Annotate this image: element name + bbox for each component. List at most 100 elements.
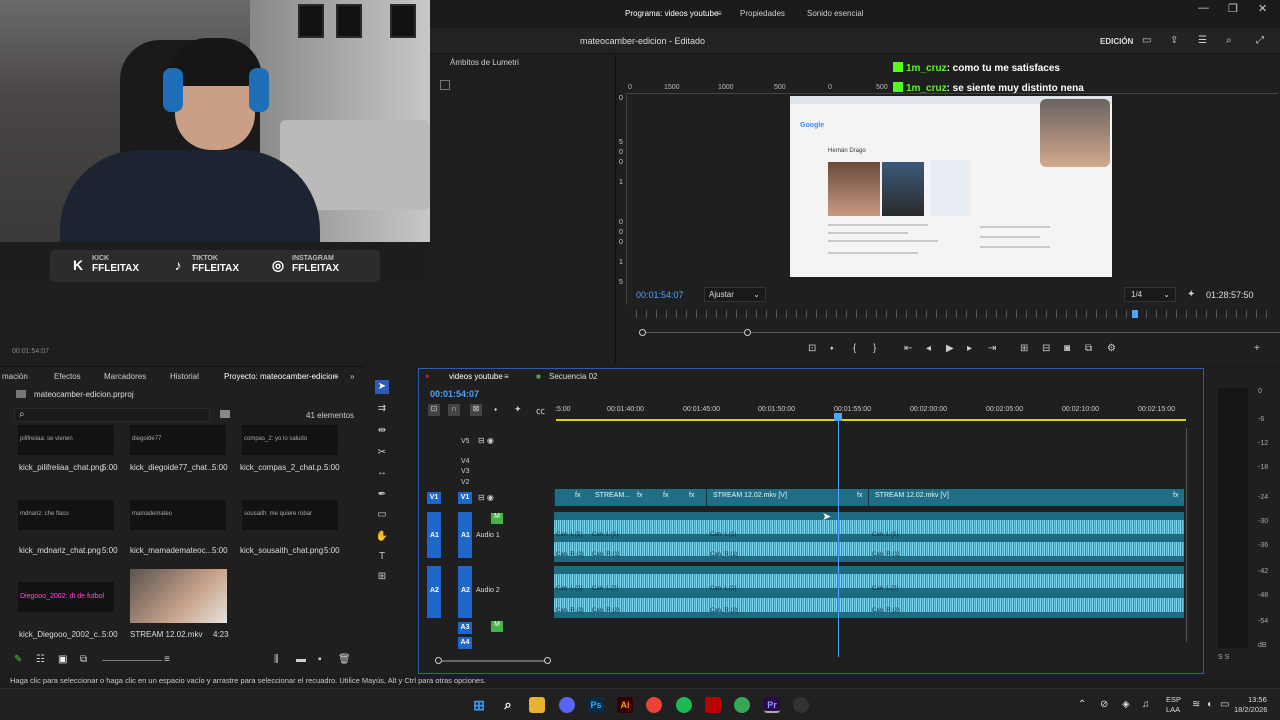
- scope-icon[interactable]: [440, 80, 450, 90]
- tab-history[interactable]: Historial: [170, 372, 199, 381]
- item-name[interactable]: kick_pilifreiiaa_chat.png: [19, 463, 104, 472]
- go-to-in-icon[interactable]: ⇤: [904, 343, 912, 354]
- go-to-out-icon[interactable]: ⇥: [988, 343, 996, 354]
- new-bin-icon[interactable]: [220, 410, 230, 418]
- program-playhead[interactable]: [1132, 310, 1138, 318]
- linked-icon[interactable]: ∩: [448, 404, 460, 416]
- item-name[interactable]: kick_sousaith_chat.png: [240, 546, 323, 555]
- panel-menu-icon[interactable]: ≡: [334, 372, 339, 381]
- tab-properties[interactable]: Propiedades: [740, 9, 785, 18]
- chrome-icon[interactable]: [646, 697, 662, 713]
- mark-out-icon[interactable]: }: [873, 343, 876, 354]
- play-icon[interactable]: ▶: [946, 343, 954, 354]
- project-search-input[interactable]: ⌕: [14, 408, 210, 422]
- item-thumbnail[interactable]: Diegooo_2002: dt de futbol: [18, 582, 114, 612]
- mark-in-icon[interactable]: {: [853, 343, 856, 354]
- tab-markers[interactable]: Marcadores: [104, 372, 146, 381]
- solo-buttons[interactable]: S S: [1218, 654, 1229, 661]
- windows-start-icon[interactable]: ⊞: [471, 697, 487, 713]
- close-sequence-icon[interactable]: ×: [425, 372, 430, 381]
- fullscreen-icon[interactable]: ⤢: [1256, 35, 1264, 46]
- extract-icon[interactable]: ⊟: [1042, 343, 1050, 354]
- stream-thumbnail[interactable]: [130, 569, 227, 623]
- maximize-button[interactable]: ❐: [1228, 2, 1238, 15]
- tab-sequence-videos[interactable]: videos youtube: [449, 372, 503, 381]
- zoom-handle-right[interactable]: [744, 329, 751, 336]
- video-clip[interactable]: fx STREAM... fx fx fx: [554, 489, 706, 506]
- zoom-handle-right[interactable]: [544, 657, 551, 664]
- automate-icon[interactable]: ⫼: [274, 654, 279, 665]
- panel-icon[interactable]: ▭: [1142, 35, 1151, 46]
- battery-icon[interactable]: ▭: [1220, 699, 1229, 710]
- close-button[interactable]: ✕: [1258, 2, 1267, 15]
- timeline-current-time[interactable]: 00:01:54:07: [430, 389, 479, 399]
- source-patch-a1[interactable]: A1: [430, 532, 439, 539]
- zoom-handle-left[interactable]: [639, 329, 646, 336]
- new-item-icon[interactable]: ▪: [318, 654, 322, 665]
- audio-clip-a2[interactable]: Can. L (2) Can. L (2) Can. L (2) Can. L …: [554, 566, 1184, 618]
- premiere-icon[interactable]: Pr: [764, 697, 780, 713]
- compare-icon[interactable]: ⧉: [1085, 343, 1092, 354]
- mute-button-a3[interactable]: M: [491, 621, 503, 632]
- item-thumbnail[interactable]: pilifreiiaa: se vienen: [18, 425, 114, 455]
- tab-program[interactable]: Programa: videos youtube: [625, 9, 718, 18]
- chevron-up-icon[interactable]: ⌃: [1078, 699, 1086, 710]
- search-icon[interactable]: ⌕: [1226, 35, 1232, 46]
- playhead-handle[interactable]: [834, 413, 842, 421]
- keyboard-layout[interactable]: LAA: [1166, 705, 1180, 714]
- tab-project[interactable]: Proyecto: mateocamber-edicion: [224, 372, 337, 381]
- tab-essential-sound[interactable]: Sonido esencial: [807, 9, 863, 18]
- track-target-a4[interactable]: A4: [458, 637, 472, 649]
- obs-icon[interactable]: [793, 697, 809, 713]
- microphone-icon[interactable]: ♫: [1142, 699, 1150, 710]
- step-back-icon[interactable]: ◂: [926, 343, 931, 354]
- snap-icon[interactable]: ⊡: [428, 404, 440, 416]
- track-select-icon[interactable]: ⇉: [375, 402, 389, 416]
- rectangle-icon[interactable]: ▭: [375, 508, 389, 522]
- tab-sequence-02[interactable]: Secuencia 02: [549, 372, 597, 381]
- item-name[interactable]: kick_mdnariz_chat.png: [19, 546, 101, 555]
- video-clip[interactable]: STREAM 12.02.mkv [V] fx: [868, 489, 1184, 506]
- track-target-a2[interactable]: A2: [461, 587, 470, 594]
- step-forward-icon[interactable]: ▸: [967, 343, 972, 354]
- tab-lumetri[interactable]: Ámbitos de Lumetri: [450, 58, 519, 67]
- eye-icon[interactable]: ⊟ ◉: [478, 436, 494, 445]
- captions-icon[interactable]: ㏄: [536, 404, 545, 417]
- track-target-a1[interactable]: A1: [461, 532, 470, 539]
- more-panels-icon[interactable]: »: [350, 372, 354, 381]
- lift-icon[interactable]: ⊞: [1020, 343, 1028, 354]
- item-thumbnail[interactable]: mdnariz: che flaco: [18, 500, 114, 530]
- menu-icon[interactable]: ☰: [1198, 35, 1207, 46]
- tab-menu-icon[interactable]: ≡: [504, 372, 509, 381]
- language-indicator[interactable]: ESP: [1166, 695, 1181, 704]
- item-thumbnail[interactable]: diegoide77: [130, 425, 226, 455]
- volume-icon[interactable]: ◖: [1206, 699, 1212, 710]
- spotify-icon[interactable]: [676, 697, 692, 713]
- photoshop-icon[interactable]: Ps: [588, 697, 604, 713]
- wifi-icon[interactable]: ≋: [1192, 699, 1200, 710]
- pen-icon[interactable]: ✒: [375, 488, 389, 502]
- item-thumbnail[interactable]: compas_2: yo lo saludo: [242, 425, 338, 455]
- icon-view-icon[interactable]: ▣: [58, 654, 67, 665]
- clock-time[interactable]: 13:56: [1248, 695, 1267, 704]
- fit-select[interactable]: Ajustar ⌄: [704, 287, 766, 302]
- tab-menu-icon[interactable]: ≡: [717, 9, 722, 18]
- wrench-icon[interactable]: ✦: [514, 404, 522, 415]
- timeline-zoom-scroll[interactable]: [440, 660, 550, 662]
- audio-clip-a1[interactable]: Can. L (1) Can. L (1) Can. L (1) Can. L …: [554, 512, 1184, 562]
- item-name[interactable]: STREAM 12.02.mkv: [130, 630, 202, 639]
- add-marker-icon[interactable]: ⊠: [470, 404, 482, 416]
- minimize-button[interactable]: —: [1198, 2, 1209, 14]
- tray-app-icon[interactable]: ◈: [1122, 699, 1130, 710]
- discord-icon[interactable]: [559, 697, 575, 713]
- chrome-profile-icon[interactable]: [734, 697, 750, 713]
- tab-animation[interactable]: mación: [2, 372, 28, 381]
- tray-app-icon[interactable]: ⊘: [1100, 699, 1108, 710]
- app-icon[interactable]: [705, 697, 721, 713]
- add-button-icon[interactable]: +: [1254, 343, 1260, 354]
- wrench-icon[interactable]: ✦: [1187, 289, 1195, 300]
- pencil-icon[interactable]: ✎: [14, 654, 22, 665]
- illustrator-icon[interactable]: Ai: [617, 697, 633, 713]
- work-area-bar[interactable]: [556, 419, 1186, 421]
- program-mini-timeline[interactable]: [636, 310, 1276, 318]
